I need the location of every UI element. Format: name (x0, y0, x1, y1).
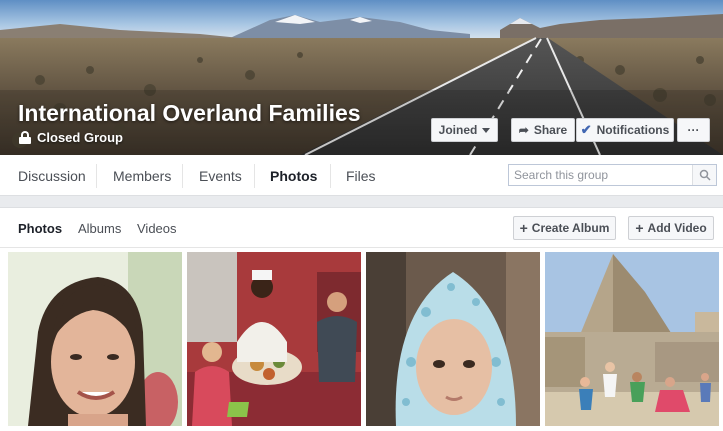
tab-events[interactable]: Events (199, 155, 242, 196)
share-button[interactable]: ➦ Share (511, 118, 575, 142)
photo-image (8, 252, 182, 426)
nav-divider (254, 164, 255, 188)
joined-label: Joined (438, 123, 478, 137)
tab-discussion[interactable]: Discussion (18, 155, 86, 196)
plus-icon: + (519, 220, 528, 236)
tab-photos[interactable]: Photos (270, 155, 317, 196)
joined-button[interactable]: Joined (431, 118, 498, 142)
privacy-label: Closed Group (37, 130, 123, 145)
photo-thumbnail-woman-braids[interactable] (8, 252, 182, 426)
photo-thumbnail-family-meal[interactable] (187, 252, 361, 426)
group-privacy: Closed Group (19, 130, 123, 145)
share-arrow-icon: ➦ (518, 123, 529, 137)
photo-thumbnail-pyramid-kids[interactable] (545, 252, 719, 426)
tab-files[interactable]: Files (346, 155, 376, 196)
nav-divider (330, 164, 331, 188)
search-icon (699, 169, 711, 181)
nav-divider (96, 164, 97, 188)
more-options-button[interactable]: ··· (677, 118, 710, 142)
lock-icon (19, 131, 31, 144)
photo-thumbnail-girl-hijab[interactable] (366, 252, 540, 426)
create-album-button[interactable]: + Create Album (513, 216, 616, 240)
plus-icon: + (635, 220, 644, 236)
notifications-label: Notifications (596, 123, 670, 137)
share-label: Share (533, 123, 568, 137)
group-name[interactable]: International Overland Families (18, 100, 361, 127)
photo-image (545, 252, 719, 426)
group-search-box (508, 164, 717, 186)
add-video-button[interactable]: + Add Video (628, 216, 714, 240)
checkmark-icon: ✔ (580, 122, 592, 137)
tab-members[interactable]: Members (113, 155, 171, 196)
more-icon: ··· (687, 123, 700, 137)
subtab-albums[interactable]: Albums (78, 221, 121, 236)
photo-image (366, 252, 540, 426)
search-button[interactable] (692, 165, 716, 185)
caret-down-icon (482, 127, 491, 133)
add-video-label: Add Video (647, 221, 707, 235)
photo-image (187, 252, 361, 426)
card-divider (0, 247, 723, 248)
cover-photo: International Overland Families Closed G… (0, 0, 723, 155)
create-album-label: Create Album (531, 221, 610, 235)
subtab-photos[interactable]: Photos (18, 221, 62, 236)
search-input[interactable] (509, 165, 692, 185)
subtab-videos[interactable]: Videos (137, 221, 177, 236)
notifications-button[interactable]: ✔ Notifications (576, 118, 674, 142)
nav-divider (182, 164, 183, 188)
